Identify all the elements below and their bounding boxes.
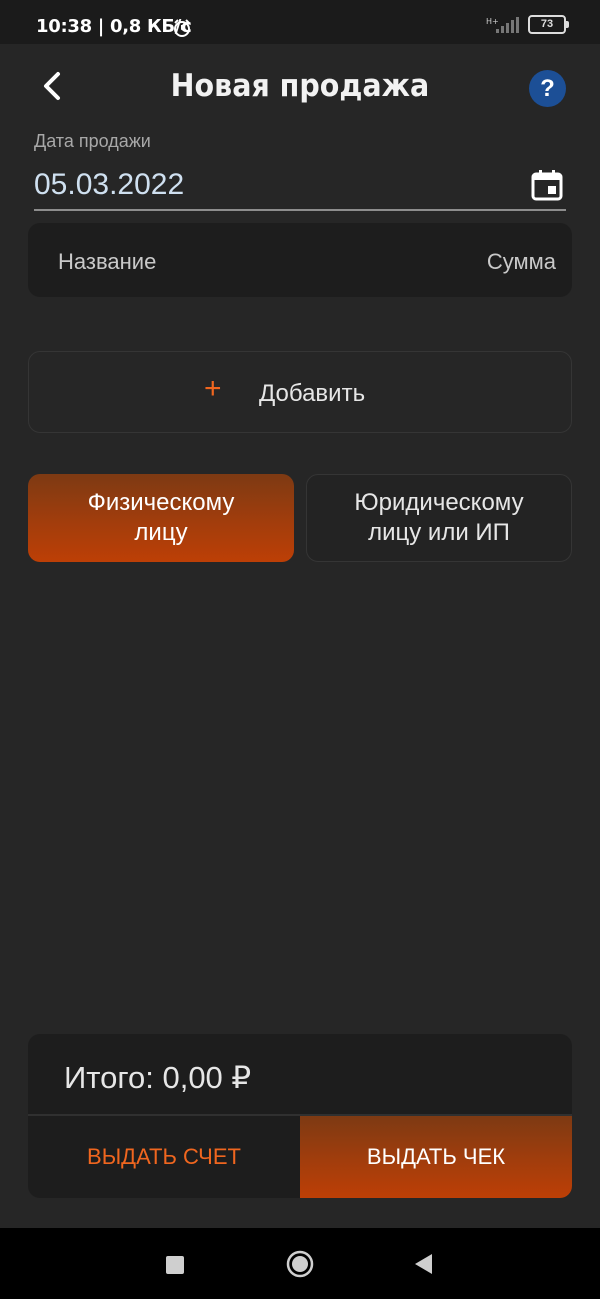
add-item-label: Добавить — [259, 380, 366, 407]
buyer-company-option[interactable]: Юридическому лицу или ИП — [306, 474, 572, 562]
buyer-individual-option[interactable]: Физическому лицу — [28, 474, 294, 562]
total-panel: Итого: 0,00 ₽ ВЫДАТЬ СЧЕТ ВЫДАТЬ ЧЕК — [28, 1034, 572, 1198]
column-name-header: Название — [58, 249, 157, 274]
plus-icon: + — [204, 372, 222, 405]
home-icon[interactable] — [286, 1250, 314, 1278]
system-back-icon[interactable] — [412, 1252, 434, 1276]
items-table-header: Название Сумма — [28, 223, 572, 297]
buyer-company-label: Юридическому лицу или ИП — [354, 489, 524, 546]
status-bar: 10:38 | 0,8 КБ/с H+ 73 — [0, 0, 600, 44]
buyer-individual-label: Физическому лицу — [87, 489, 235, 546]
add-item-button[interactable]: + Добавить — [28, 351, 572, 433]
calendar-icon[interactable] — [530, 168, 564, 202]
total-amount: Итого: 0,00 ₽ — [64, 1060, 252, 1095]
signal-icon: H+ — [486, 16, 519, 33]
help-button[interactable]: ? — [529, 70, 566, 107]
date-field-value[interactable]: 05.03.2022 — [34, 168, 184, 202]
recents-icon[interactable] — [166, 1256, 184, 1274]
system-nav-bar — [0, 1228, 600, 1299]
svg-text:H+: H+ — [486, 17, 499, 26]
status-time: 10:38 | 0,8 КБ/с — [36, 16, 192, 37]
date-field-underline — [34, 209, 566, 211]
column-sum-header: Сумма — [486, 249, 556, 274]
alarm-icon — [174, 19, 190, 37]
page-title: Новая продажа — [170, 68, 430, 104]
issue-receipt-button[interactable]: ВЫДАТЬ ЧЕК — [300, 1116, 572, 1198]
issue-invoice-button[interactable]: ВЫДАТЬ СЧЕТ — [28, 1116, 300, 1198]
battery-icon: 73 — [528, 15, 569, 34]
date-field-label: Дата продажи — [34, 131, 151, 151]
